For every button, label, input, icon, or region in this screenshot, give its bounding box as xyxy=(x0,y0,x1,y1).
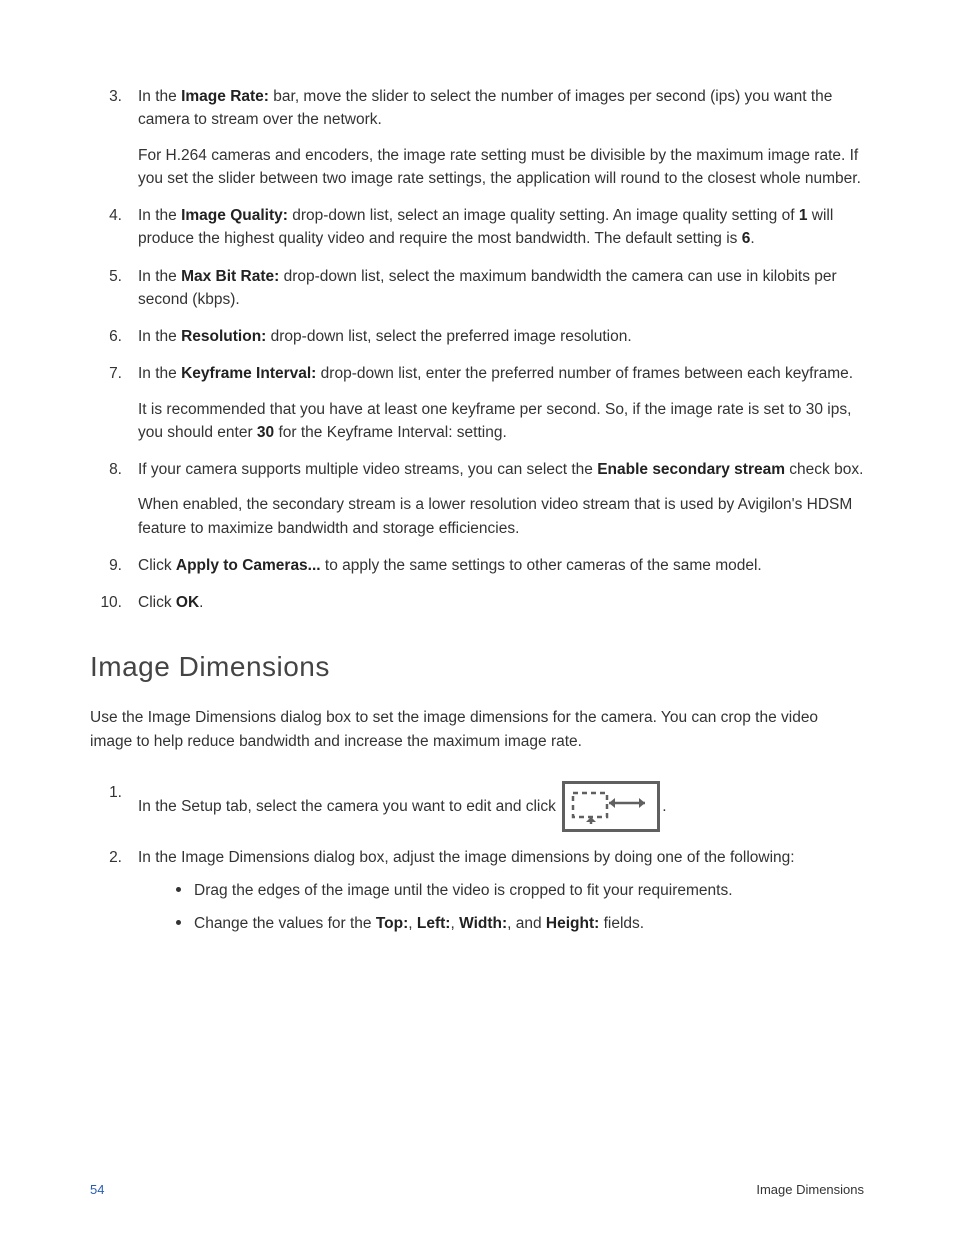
item-number: 4. xyxy=(90,204,122,227)
paragraph: When enabled, the secondary stream is a … xyxy=(138,493,864,540)
paragraph: If your camera supports multiple video s… xyxy=(138,458,864,481)
section-heading: Image Dimensions xyxy=(90,646,864,688)
paragraph: Click Apply to Cameras... to apply the s… xyxy=(138,554,864,577)
item-number: 8. xyxy=(90,458,122,481)
item-number: 9. xyxy=(90,554,122,577)
item-number: 3. xyxy=(90,85,122,108)
bullet-list: Drag the edges of the image until the vi… xyxy=(176,879,864,936)
footer-title: Image Dimensions xyxy=(756,1180,864,1200)
item-number: 10. xyxy=(90,591,122,614)
paragraph: In the Image Rate: bar, move the slider … xyxy=(138,85,864,132)
list-item: 5. In the Max Bit Rate: drop-down list, … xyxy=(90,265,864,312)
item-number: 7. xyxy=(90,362,122,385)
instruction-list-2: 1. In the Setup tab, select the camera y… xyxy=(90,781,864,936)
bullet-item: Change the values for the Top:, Left:, W… xyxy=(176,912,864,935)
list-item: 7. In the Keyframe Interval: drop-down l… xyxy=(90,362,864,444)
bullet-item: Drag the edges of the image until the vi… xyxy=(176,879,864,902)
page-number: 54 xyxy=(90,1180,104,1200)
section-intro: Use the Image Dimensions dialog box to s… xyxy=(90,706,864,753)
paragraph: In the Image Quality: drop-down list, se… xyxy=(138,204,864,251)
list-item: 6. In the Resolution: drop-down list, se… xyxy=(90,325,864,348)
paragraph: In the Keyframe Interval: drop-down list… xyxy=(138,362,864,385)
paragraph: In the Image Dimensions dialog box, adju… xyxy=(138,846,864,869)
item-number: 2. xyxy=(90,846,122,869)
list-item: 3. In the Image Rate: bar, move the slid… xyxy=(90,85,864,190)
list-item: 8. If your camera supports multiple vide… xyxy=(90,458,864,540)
paragraph: In the Max Bit Rate: drop-down list, sel… xyxy=(138,265,864,312)
document-page: 3. In the Image Rate: bar, move the slid… xyxy=(0,0,954,1235)
list-item: 4. In the Image Quality: drop-down list,… xyxy=(90,204,864,251)
image-dimensions-icon xyxy=(562,781,660,832)
list-item: 10. Click OK. xyxy=(90,591,864,614)
list-item: 9. Click Apply to Cameras... to apply th… xyxy=(90,554,864,577)
list-item: 2. In the Image Dimensions dialog box, a… xyxy=(90,846,864,936)
paragraph: It is recommended that you have at least… xyxy=(138,398,864,445)
paragraph: Click OK. xyxy=(138,591,864,614)
page-footer: 54 Image Dimensions xyxy=(90,1180,864,1200)
paragraph: For H.264 cameras and encoders, the imag… xyxy=(138,144,864,191)
item-number: 1. xyxy=(90,781,122,804)
item-number: 5. xyxy=(90,265,122,288)
list-item: 1. In the Setup tab, select the camera y… xyxy=(90,781,864,832)
instruction-list-1: 3. In the Image Rate: bar, move the slid… xyxy=(90,85,864,614)
paragraph: In the Resolution: drop-down list, selec… xyxy=(138,325,864,348)
item-number: 6. xyxy=(90,325,122,348)
